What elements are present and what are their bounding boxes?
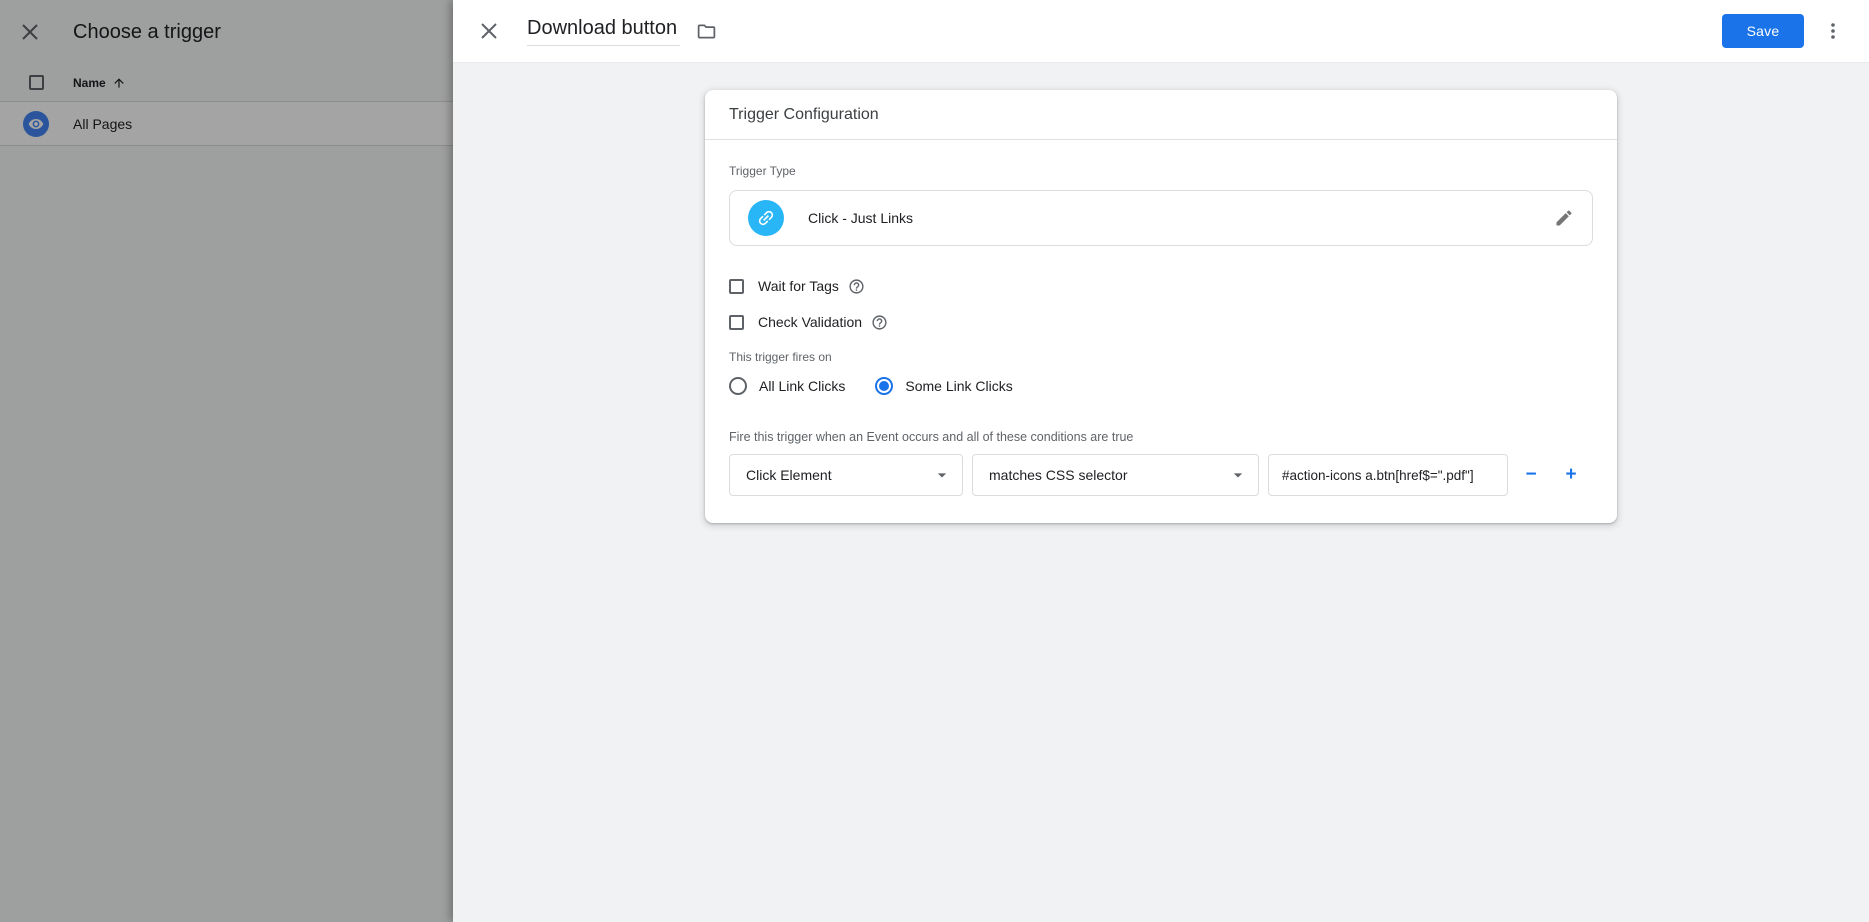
condition-variable-value: Click Element <box>746 467 832 483</box>
close-icon[interactable] <box>477 19 501 43</box>
conditions-label: Fire this trigger when an Event occurs a… <box>729 430 1593 444</box>
chevron-down-icon <box>1228 465 1248 485</box>
help-icon[interactable] <box>848 278 865 295</box>
editor-main-area: Trigger Configuration Trigger Type Click… <box>453 63 1869 922</box>
radio-unchecked-icon[interactable] <box>729 377 747 395</box>
check-validation-row: Check Validation <box>729 310 1593 334</box>
trigger-type-value: Click - Just Links <box>808 210 913 226</box>
card-body: Trigger Type Click - Just Links Wait for… <box>705 140 1617 523</box>
trigger-type-selector[interactable]: Click - Just Links <box>729 190 1593 246</box>
trigger-configuration-card: Trigger Configuration Trigger Type Click… <box>705 90 1617 523</box>
check-validation-checkbox[interactable] <box>729 315 744 330</box>
condition-row: Click Element matches CSS selector − + <box>729 454 1593 496</box>
trigger-type-label: Trigger Type <box>729 164 1593 178</box>
folder-icon[interactable] <box>696 21 717 42</box>
condition-operator-select[interactable]: matches CSS selector <box>972 454 1259 496</box>
fires-on-options: All Link Clicks Some Link Clicks <box>729 376 1593 396</box>
wait-for-tags-label: Wait for Tags <box>758 278 839 294</box>
wait-for-tags-row: Wait for Tags <box>729 274 1593 298</box>
radio-checked-icon[interactable] <box>875 377 893 395</box>
radio-label: All Link Clicks <box>759 378 845 394</box>
fires-on-label: This trigger fires on <box>729 350 1593 364</box>
check-validation-label: Check Validation <box>758 314 862 330</box>
radio-option-some-link-clicks[interactable]: Some Link Clicks <box>875 377 1012 395</box>
wait-for-tags-checkbox[interactable] <box>729 279 744 294</box>
link-icon <box>748 200 784 236</box>
more-options-icon[interactable] <box>1821 19 1845 43</box>
modal-scrim <box>0 0 453 922</box>
save-button[interactable]: Save <box>1722 14 1804 48</box>
remove-condition-button[interactable]: − <box>1511 460 1551 490</box>
trigger-name-input[interactable]: Download button <box>527 17 680 46</box>
trigger-editor-panel: Download button Save Trigger Configurati… <box>453 0 1869 922</box>
condition-operator-value: matches CSS selector <box>989 467 1128 483</box>
radio-option-all-link-clicks[interactable]: All Link Clicks <box>729 377 845 395</box>
editor-top-bar: Download button Save <box>453 0 1869 63</box>
edit-icon[interactable] <box>1554 208 1574 228</box>
condition-value-input[interactable] <box>1268 454 1508 496</box>
condition-variable-select[interactable]: Click Element <box>729 454 963 496</box>
choose-trigger-panel: Choose a trigger Name All Pages <box>0 0 453 922</box>
help-icon[interactable] <box>871 314 888 331</box>
chevron-down-icon <box>932 465 952 485</box>
add-condition-button[interactable]: + <box>1551 460 1591 490</box>
card-title: Trigger Configuration <box>705 90 1617 140</box>
radio-label: Some Link Clicks <box>905 378 1012 394</box>
